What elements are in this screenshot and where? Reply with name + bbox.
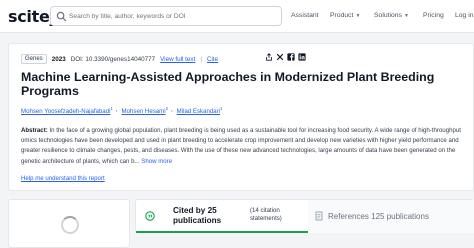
citation-statements-count: (14 citation statements)	[250, 207, 282, 222]
facebook-icon[interactable]	[287, 53, 295, 61]
journal-badge[interactable]: Genes	[21, 54, 47, 64]
author-list: Mohsen Yoosefzadeh-Najafabadi1, Mohsen H…	[21, 106, 223, 115]
author-affiliation: 1	[220, 106, 223, 111]
tab-cited-by[interactable]: Cited by 25 publications (14 citation st…	[136, 200, 308, 233]
help-understand-link[interactable]: Help me understand this report	[21, 175, 105, 182]
abstract-label: Abstract:	[21, 127, 48, 134]
nav-pricing[interactable]: Pricing	[423, 12, 444, 19]
show-more-link[interactable]: Show more	[141, 158, 172, 165]
nav-solutions-label: Solutions	[374, 12, 402, 19]
publication-year: 2023	[51, 55, 66, 63]
references-count: References 125 publications	[328, 212, 429, 221]
author-affiliation: 1	[110, 106, 113, 111]
citation-tabs: Cited by 25 publications (14 citation st…	[135, 199, 474, 233]
author-affiliation: 2	[165, 106, 168, 111]
quote-bubble-icon	[145, 211, 155, 221]
author-separator: ,	[170, 106, 173, 113]
article-meta: Genes 2023 DOI: 10.3390/genes14040777 Vi…	[21, 54, 218, 64]
nav-pricing-label: Pricing	[423, 12, 444, 19]
author-name: Mohsen Yoosefzadeh-Najafabadi	[21, 108, 111, 116]
meta-separator: |	[200, 55, 202, 63]
document-icon	[315, 211, 323, 221]
search-box[interactable]	[50, 6, 282, 26]
chevron-down-icon: ▼	[403, 12, 409, 19]
loading-card	[8, 199, 130, 248]
nav-assistant[interactable]: Assistant	[291, 12, 319, 19]
search-input[interactable]	[69, 8, 277, 24]
top-navigation-bar: scite_ Assistant Product▼ Solutions▼ Pri…	[0, 0, 474, 33]
nav-login[interactable]: Log in	[455, 12, 474, 19]
twitter-icon[interactable]	[276, 53, 284, 61]
abstract: Abstract: In the face of a growing globa…	[21, 126, 467, 167]
article-title: Machine Learning-Assisted Approaches in …	[21, 70, 435, 98]
nav-product[interactable]: Product ▼	[330, 12, 360, 19]
cite-link[interactable]: Cite	[207, 56, 218, 63]
article-card: Genes 2023 DOI: 10.3390/genes14040777 Vi…	[8, 43, 474, 191]
nav-assistant-label: Assistant	[291, 12, 319, 19]
search-icon	[56, 11, 67, 22]
author-separator: ,	[115, 106, 118, 113]
view-full-text-link[interactable]: View full text	[160, 56, 195, 63]
social-share-icons	[265, 53, 306, 61]
tab-references[interactable]: References 125 publications	[308, 200, 474, 233]
abstract-text: In the face of a growing global populati…	[21, 127, 461, 165]
loading-spinner-icon	[61, 216, 79, 234]
author-item[interactable]: Milad Eskandari1	[177, 106, 224, 115]
author-name: Milad Eskandari	[176, 108, 221, 116]
linkedin-icon[interactable]	[298, 53, 306, 61]
nav-solutions[interactable]: Solutions ▼	[374, 12, 409, 19]
author-item[interactable]: Mohsen Hesami2	[122, 106, 169, 115]
doi-text[interactable]: DOI: 10.3390/genes14040777	[71, 56, 155, 63]
nav-product-label: Product	[330, 12, 354, 19]
nav-login-label: Log in	[455, 12, 474, 19]
author-name: Mohsen Hesami	[121, 108, 166, 116]
cited-by-count: Cited by 25 publications	[173, 206, 222, 225]
chevron-down-icon: ▼	[355, 12, 361, 19]
share-icon[interactable]	[265, 53, 273, 61]
author-item[interactable]: Mohsen Yoosefzadeh-Najafabadi1	[21, 106, 114, 115]
